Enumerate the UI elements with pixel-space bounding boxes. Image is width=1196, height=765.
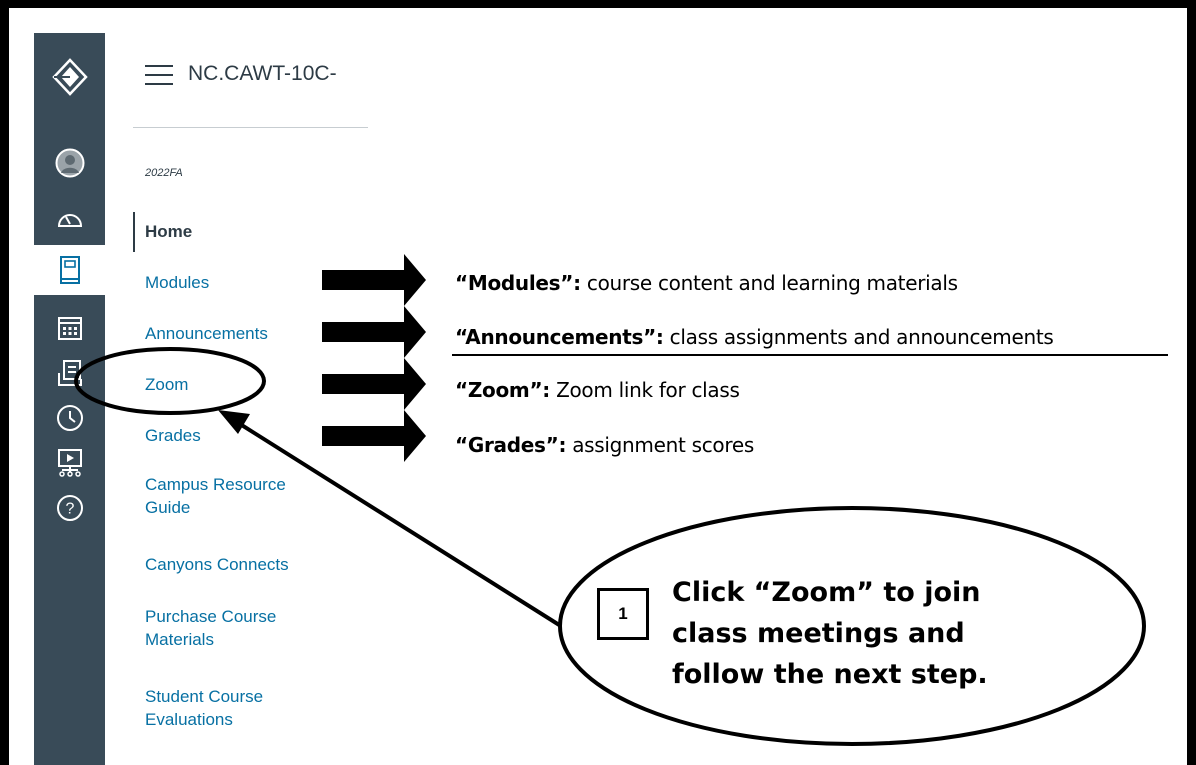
course-nav-zoom[interactable]: Zoom: [145, 373, 188, 396]
nav-link-line: Guide: [145, 498, 191, 517]
nav-link-line: Student Course: [145, 687, 264, 706]
description-text: class assignments and announcements: [663, 325, 1054, 349]
svg-text:?: ?: [65, 501, 74, 518]
description-term: “Announcements”:: [455, 325, 664, 349]
callout-line: class meetings and: [672, 618, 965, 649]
course-title[interactable]: NC.CAWT-10C-: [188, 62, 368, 86]
nav-link-line: Evaluations: [145, 710, 233, 729]
course-nav-grades[interactable]: Grades: [145, 424, 201, 447]
callout-line: Click “Zoom” to join: [672, 577, 981, 608]
step-number-badge: 1: [597, 588, 649, 640]
course-nav-canyons-connects[interactable]: Canyons Connects: [145, 553, 289, 576]
global-navigation: ?: [34, 33, 105, 765]
description-text: assignment scores: [566, 433, 754, 457]
book-icon[interactable]: [34, 245, 105, 295]
zoom-description: “Zoom”: Zoom link for class: [455, 378, 740, 402]
description-text: Zoom link for class: [550, 378, 740, 402]
course-nav-campus-resource-guide[interactable]: Campus Resource Guide: [145, 473, 286, 519]
inbox-icon[interactable]: [34, 353, 105, 393]
grades-description: “Grades”: assignment scores: [455, 433, 754, 457]
user-avatar-icon[interactable]: [34, 143, 105, 183]
callout-line: follow the next step.: [672, 659, 988, 690]
description-term: “Modules”:: [455, 271, 581, 295]
nav-link-line: Purchase Course: [145, 607, 277, 626]
course-nav-modules[interactable]: Modules: [145, 271, 209, 294]
course-navigation: [105, 33, 368, 765]
clock-icon[interactable]: [34, 398, 105, 438]
hamburger-menu-icon[interactable]: [145, 63, 173, 87]
course-nav-home[interactable]: Home: [145, 220, 192, 243]
calendar-icon[interactable]: [34, 308, 105, 348]
dashboard-icon[interactable]: [34, 198, 105, 238]
canvas-logo-icon[interactable]: [34, 55, 105, 99]
active-indicator: [133, 212, 135, 252]
course-term: 2022FA: [145, 167, 183, 179]
description-text: course content and learning materials: [580, 271, 958, 295]
announcements-description: “Announcements”: class assignments and a…: [455, 325, 1054, 349]
studio-icon[interactable]: [34, 443, 105, 483]
course-nav-student-course-evaluations[interactable]: Student Course Evaluations: [145, 685, 263, 731]
header-divider: [133, 127, 368, 128]
description-underline: [452, 354, 1168, 356]
course-nav-purchase-course-materials[interactable]: Purchase Course Materials: [145, 605, 276, 651]
modules-description: “Modules”: course content and learning m…: [455, 271, 958, 295]
course-nav-announcements[interactable]: Announcements: [145, 322, 268, 345]
description-term: “Zoom”:: [455, 378, 551, 402]
callout-instruction: Click “Zoom” to join class meetings and …: [672, 572, 988, 695]
help-icon[interactable]: ?: [34, 488, 105, 528]
nav-link-line: Materials: [145, 630, 214, 649]
description-term: “Grades”:: [455, 433, 567, 457]
nav-link-line: Campus Resource: [145, 475, 286, 494]
